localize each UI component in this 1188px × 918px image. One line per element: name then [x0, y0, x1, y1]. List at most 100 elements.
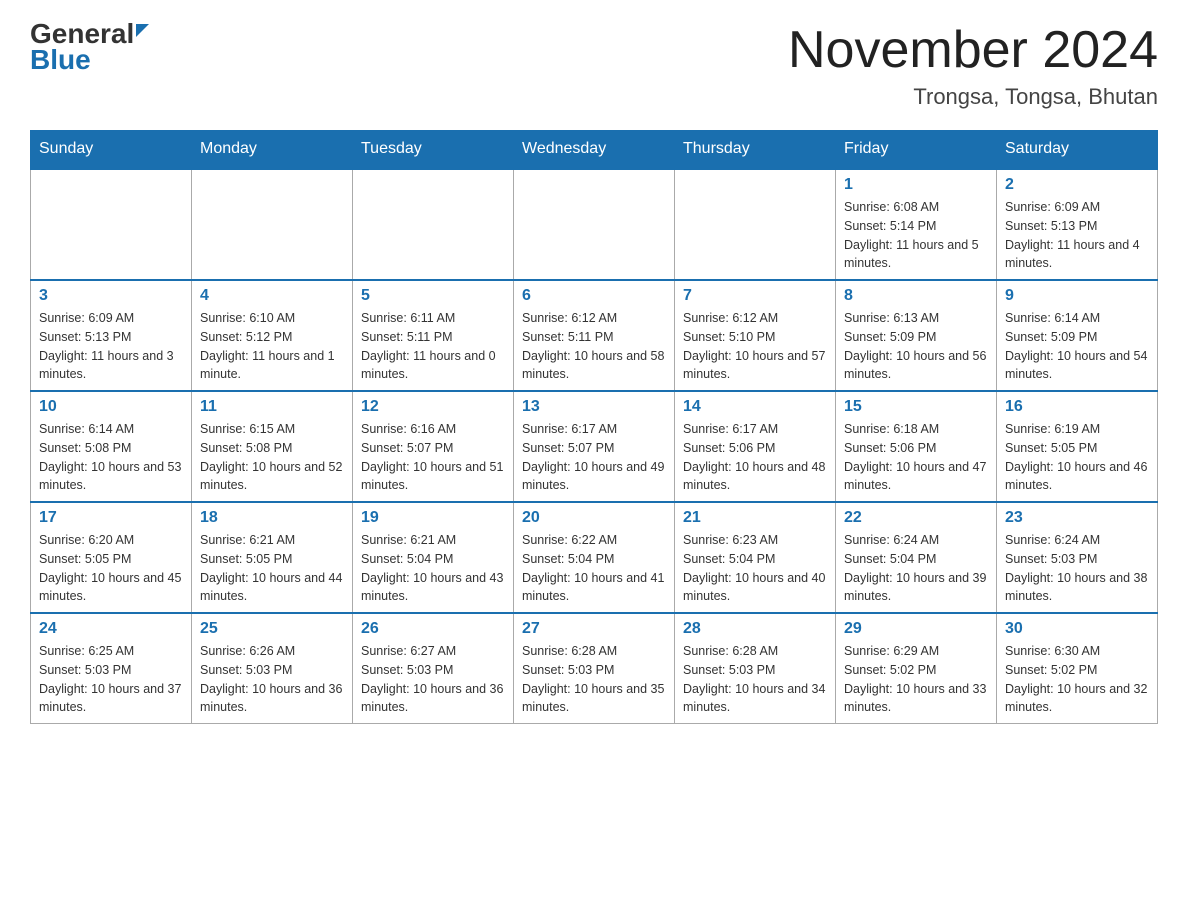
calendar-cell: 8 Sunrise: 6:13 AM Sunset: 5:09 PM Daylig… — [836, 280, 997, 391]
day-number: 15 — [844, 398, 988, 416]
day-info: Sunrise: 6:22 AM Sunset: 5:04 PM Dayligh… — [522, 531, 666, 606]
month-title: November 2024 — [788, 20, 1158, 80]
calendar-header-monday: Monday — [192, 130, 353, 169]
day-number: 29 — [844, 620, 988, 638]
day-info: Sunrise: 6:09 AM Sunset: 5:13 PM Dayligh… — [39, 309, 183, 384]
calendar-header-tuesday: Tuesday — [353, 130, 514, 169]
day-info: Sunrise: 6:15 AM Sunset: 5:08 PM Dayligh… — [200, 420, 344, 495]
day-number: 18 — [200, 509, 344, 527]
location-title: Trongsa, Tongsa, Bhutan — [788, 84, 1158, 110]
day-number: 16 — [1005, 398, 1149, 416]
calendar-cell: 12 Sunrise: 6:16 AM Sunset: 5:07 PM Dayli… — [353, 391, 514, 502]
day-number: 3 — [39, 287, 183, 305]
calendar-header-row: SundayMondayTuesdayWednesdayThursdayFrid… — [31, 130, 1158, 169]
calendar-cell — [31, 169, 192, 280]
logo-line2: Blue — [30, 44, 91, 76]
day-number: 19 — [361, 509, 505, 527]
day-info: Sunrise: 6:23 AM Sunset: 5:04 PM Dayligh… — [683, 531, 827, 606]
calendar-cell: 1 Sunrise: 6:08 AM Sunset: 5:14 PM Daylig… — [836, 169, 997, 280]
day-info: Sunrise: 6:13 AM Sunset: 5:09 PM Dayligh… — [844, 309, 988, 384]
logo: General Blue — [30, 20, 149, 76]
title-block: November 2024 Trongsa, Tongsa, Bhutan — [788, 20, 1158, 110]
calendar: SundayMondayTuesdayWednesdayThursdayFrid… — [30, 130, 1158, 724]
calendar-cell: 17Sunrise: 6:20 AM Sunset: 5:05 PM Dayli… — [31, 502, 192, 613]
day-number: 11 — [200, 398, 344, 416]
day-info: Sunrise: 6:09 AM Sunset: 5:13 PM Dayligh… — [1005, 198, 1149, 273]
day-number: 13 — [522, 398, 666, 416]
calendar-cell: 30 Sunrise: 6:30 AM Sunset: 5:02 PM Dayli… — [997, 613, 1158, 724]
day-info: Sunrise: 6:16 AM Sunset: 5:07 PM Dayligh… — [361, 420, 505, 495]
day-number: 4 — [200, 287, 344, 305]
day-info: Sunrise: 6:25 AM Sunset: 5:03 PM Dayligh… — [39, 642, 183, 717]
calendar-header-saturday: Saturday — [997, 130, 1158, 169]
day-number: 8 — [844, 287, 988, 305]
calendar-cell: 24 Sunrise: 6:25 AM Sunset: 5:03 PM Dayli… — [31, 613, 192, 724]
calendar-cell: 2 Sunrise: 6:09 AM Sunset: 5:13 PM Daylig… — [997, 169, 1158, 280]
day-number: 14 — [683, 398, 827, 416]
calendar-cell: 7 Sunrise: 6:12 AM Sunset: 5:10 PM Daylig… — [675, 280, 836, 391]
calendar-cell: 10 Sunrise: 6:14 AM Sunset: 5:08 PM Dayli… — [31, 391, 192, 502]
day-info: Sunrise: 6:28 AM Sunset: 5:03 PM Dayligh… — [683, 642, 827, 717]
day-info: Sunrise: 6:26 AM Sunset: 5:03 PM Dayligh… — [200, 642, 344, 717]
day-info: Sunrise: 6:17 AM Sunset: 5:06 PM Dayligh… — [683, 420, 827, 495]
day-number: 1 — [844, 176, 988, 194]
day-number: 28 — [683, 620, 827, 638]
day-number: 5 — [361, 287, 505, 305]
day-number: 12 — [361, 398, 505, 416]
day-number: 24 — [39, 620, 183, 638]
calendar-cell: 18 Sunrise: 6:21 AM Sunset: 5:05 PM Dayli… — [192, 502, 353, 613]
calendar-cell: 6 Sunrise: 6:12 AM Sunset: 5:11 PM Daylig… — [514, 280, 675, 391]
calendar-cell — [675, 169, 836, 280]
day-info: Sunrise: 6:28 AM Sunset: 5:03 PM Dayligh… — [522, 642, 666, 717]
calendar-cell: 11 Sunrise: 6:15 AM Sunset: 5:08 PM Dayli… — [192, 391, 353, 502]
calendar-cell: 14 Sunrise: 6:17 AM Sunset: 5:06 PM Dayli… — [675, 391, 836, 502]
day-number: 22 — [844, 509, 988, 527]
calendar-week-row: 1 Sunrise: 6:08 AM Sunset: 5:14 PM Daylig… — [31, 169, 1158, 280]
calendar-header-wednesday: Wednesday — [514, 130, 675, 169]
day-number: 9 — [1005, 287, 1149, 305]
calendar-cell: 19 Sunrise: 6:21 AM Sunset: 5:04 PM Dayli… — [353, 502, 514, 613]
calendar-cell: 4Sunrise: 6:10 AM Sunset: 5:12 PM Daylig… — [192, 280, 353, 391]
day-info: Sunrise: 6:27 AM Sunset: 5:03 PM Dayligh… — [361, 642, 505, 717]
calendar-cell: 23Sunrise: 6:24 AM Sunset: 5:03 PM Dayli… — [997, 502, 1158, 613]
day-number: 6 — [522, 287, 666, 305]
calendar-cell — [514, 169, 675, 280]
calendar-week-row: 17Sunrise: 6:20 AM Sunset: 5:05 PM Dayli… — [31, 502, 1158, 613]
calendar-cell — [192, 169, 353, 280]
calendar-cell: 16 Sunrise: 6:19 AM Sunset: 5:05 PM Dayli… — [997, 391, 1158, 502]
day-info: Sunrise: 6:12 AM Sunset: 5:10 PM Dayligh… — [683, 309, 827, 384]
calendar-cell: 5 Sunrise: 6:11 AM Sunset: 5:11 PM Daylig… — [353, 280, 514, 391]
calendar-cell: 20Sunrise: 6:22 AM Sunset: 5:04 PM Dayli… — [514, 502, 675, 613]
calendar-cell: 27 Sunrise: 6:28 AM Sunset: 5:03 PM Dayli… — [514, 613, 675, 724]
day-info: Sunrise: 6:18 AM Sunset: 5:06 PM Dayligh… — [844, 420, 988, 495]
day-info: Sunrise: 6:14 AM Sunset: 5:09 PM Dayligh… — [1005, 309, 1149, 384]
calendar-week-row: 24 Sunrise: 6:25 AM Sunset: 5:03 PM Dayli… — [31, 613, 1158, 724]
calendar-cell: 29 Sunrise: 6:29 AM Sunset: 5:02 PM Dayli… — [836, 613, 997, 724]
page-header: General Blue November 2024 Trongsa, Tong… — [30, 20, 1158, 110]
calendar-cell — [353, 169, 514, 280]
calendar-week-row: 3 Sunrise: 6:09 AM Sunset: 5:13 PM Daylig… — [31, 280, 1158, 391]
day-number: 26 — [361, 620, 505, 638]
day-info: Sunrise: 6:21 AM Sunset: 5:04 PM Dayligh… — [361, 531, 505, 606]
day-number: 2 — [1005, 176, 1149, 194]
day-number: 10 — [39, 398, 183, 416]
calendar-week-row: 10 Sunrise: 6:14 AM Sunset: 5:08 PM Dayli… — [31, 391, 1158, 502]
day-info: Sunrise: 6:29 AM Sunset: 5:02 PM Dayligh… — [844, 642, 988, 717]
day-number: 25 — [200, 620, 344, 638]
day-info: Sunrise: 6:12 AM Sunset: 5:11 PM Dayligh… — [522, 309, 666, 384]
day-info: Sunrise: 6:19 AM Sunset: 5:05 PM Dayligh… — [1005, 420, 1149, 495]
day-info: Sunrise: 6:11 AM Sunset: 5:11 PM Dayligh… — [361, 309, 505, 384]
day-number: 7 — [683, 287, 827, 305]
calendar-cell: 26 Sunrise: 6:27 AM Sunset: 5:03 PM Dayli… — [353, 613, 514, 724]
day-info: Sunrise: 6:24 AM Sunset: 5:03 PM Dayligh… — [1005, 531, 1149, 606]
day-number: 30 — [1005, 620, 1149, 638]
day-info: Sunrise: 6:17 AM Sunset: 5:07 PM Dayligh… — [522, 420, 666, 495]
day-info: Sunrise: 6:14 AM Sunset: 5:08 PM Dayligh… — [39, 420, 183, 495]
calendar-cell: 21Sunrise: 6:23 AM Sunset: 5:04 PM Dayli… — [675, 502, 836, 613]
day-info: Sunrise: 6:21 AM Sunset: 5:05 PM Dayligh… — [200, 531, 344, 606]
calendar-cell: 9 Sunrise: 6:14 AM Sunset: 5:09 PM Daylig… — [997, 280, 1158, 391]
day-number: 27 — [522, 620, 666, 638]
day-info: Sunrise: 6:08 AM Sunset: 5:14 PM Dayligh… — [844, 198, 988, 273]
day-info: Sunrise: 6:24 AM Sunset: 5:04 PM Dayligh… — [844, 531, 988, 606]
day-info: Sunrise: 6:30 AM Sunset: 5:02 PM Dayligh… — [1005, 642, 1149, 717]
